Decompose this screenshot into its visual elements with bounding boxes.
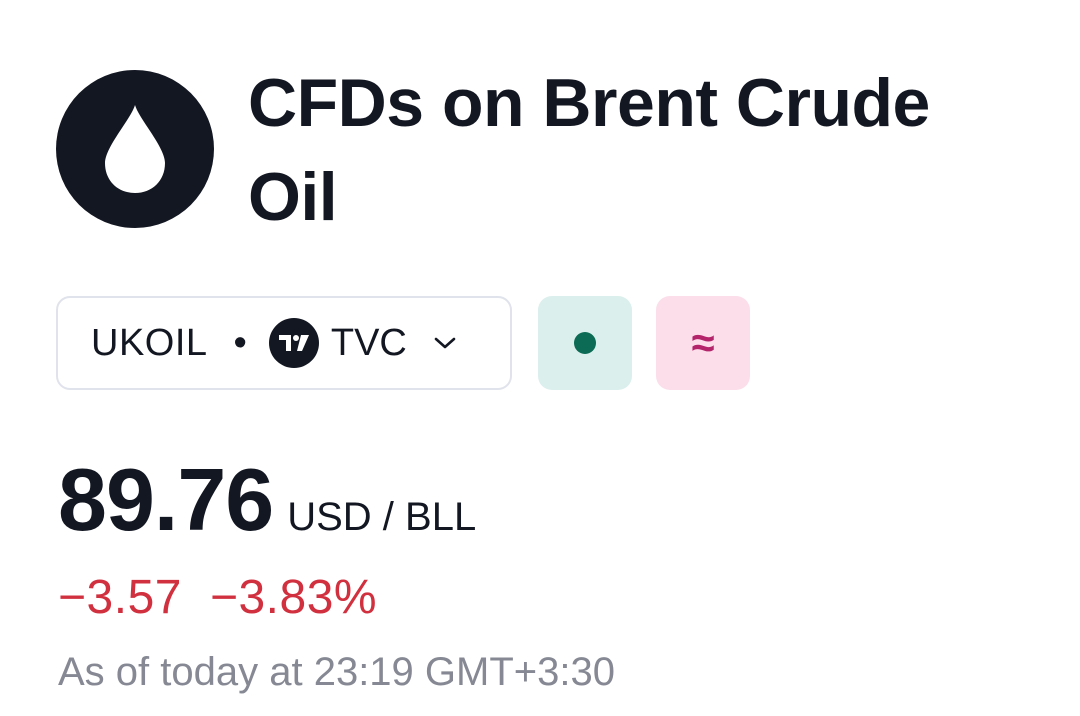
oil-drop-icon bbox=[56, 70, 214, 228]
page-title: CFDs on Brent Crude Oil bbox=[248, 65, 930, 235]
exchange-name: TVC bbox=[330, 321, 407, 364]
symbol-ticker: UKOIL bbox=[91, 321, 208, 364]
tradingview-glyph bbox=[278, 335, 309, 351]
quote-timestamp: As of today at 23:19 GMT+3:30 bbox=[58, 650, 615, 694]
price-change: −3.57 bbox=[58, 571, 182, 624]
market-open-dot-icon bbox=[574, 332, 596, 354]
chevron-down-shape bbox=[434, 337, 456, 349]
data-delay-status-button[interactable]: ≈ bbox=[656, 296, 750, 390]
chevron-down-icon bbox=[433, 335, 457, 351]
symbol-header-page: CFDs on Brent Crude Oil UKOIL • TVC ≈ 89… bbox=[0, 0, 1080, 716]
price-row: 89.76 USD / BLL bbox=[58, 456, 476, 544]
separator-dot: • bbox=[233, 322, 247, 364]
approximately-icon: ≈ bbox=[691, 319, 715, 366]
oil-drop-shape bbox=[105, 105, 165, 193]
price-unit: USD / BLL bbox=[287, 495, 477, 539]
symbol-selector-button[interactable]: UKOIL • TVC bbox=[56, 296, 512, 390]
last-price: 89.76 bbox=[58, 450, 274, 549]
tradingview-icon bbox=[268, 318, 319, 368]
price-change-percent: −3.83% bbox=[209, 571, 378, 624]
market-status-button[interactable] bbox=[538, 296, 632, 390]
change-row: −3.57 −3.83% bbox=[58, 574, 377, 622]
